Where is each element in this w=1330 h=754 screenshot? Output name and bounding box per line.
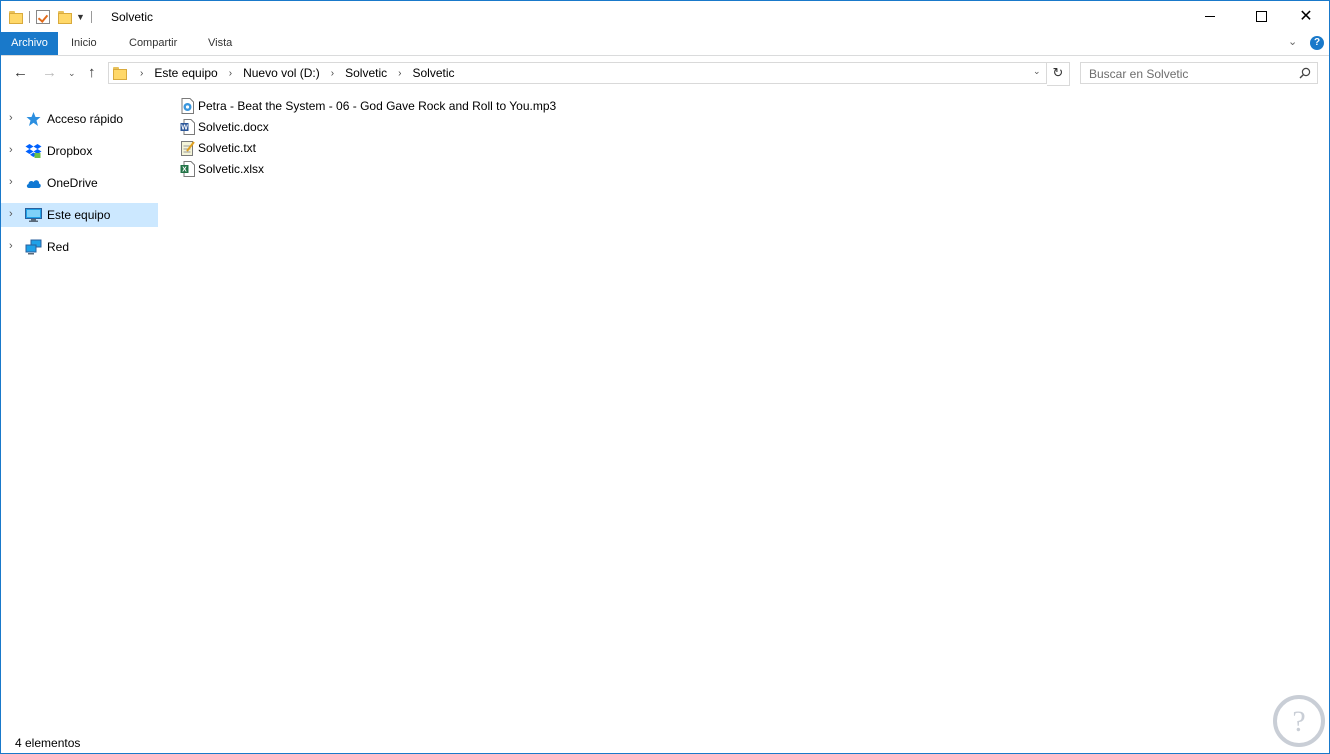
toolbar-separator bbox=[90, 11, 92, 23]
file-item-docx[interactable]: W Solvetic.docx bbox=[177, 117, 677, 138]
file-name: Solvetic.xlsx bbox=[198, 162, 265, 176]
status-item-count: 4 elementos bbox=[15, 736, 81, 750]
forward-arrow-icon[interactable]: → bbox=[42, 64, 57, 81]
breadcrumb-chevron-icon[interactable]: › bbox=[229, 68, 232, 79]
close-button[interactable]: ✕ bbox=[1283, 1, 1329, 32]
search-box[interactable]: Buscar en Solvetic bbox=[1080, 62, 1318, 84]
new-folder-icon[interactable] bbox=[58, 10, 72, 24]
tab-archivo[interactable]: Archivo bbox=[1, 32, 58, 55]
watermark-logo-icon: ? bbox=[1273, 695, 1325, 747]
folder-icon[interactable] bbox=[9, 10, 23, 24]
close-icon: ✕ bbox=[1299, 7, 1313, 25]
minimize-button[interactable] bbox=[1187, 1, 1233, 32]
breadcrumb-chevron-icon[interactable]: › bbox=[398, 68, 401, 79]
expand-chevron-icon[interactable]: › bbox=[9, 144, 13, 156]
address-bar[interactable]: › Este equipo › Nuevo vol (D:) › Solveti… bbox=[108, 62, 1047, 84]
breadcrumb-chevron-icon[interactable]: › bbox=[140, 68, 143, 79]
breadcrumb-nuevo-vol[interactable]: Nuevo vol (D:) bbox=[243, 66, 320, 80]
recent-locations-chevron-icon[interactable]: ⌄ bbox=[68, 68, 76, 79]
tab-inicio[interactable]: Inicio bbox=[61, 32, 107, 55]
sidebar-item-dropbox[interactable]: › Dropbox bbox=[1, 139, 158, 163]
sidebar-item-label: Red bbox=[47, 240, 70, 254]
refresh-button[interactable]: ↻ bbox=[1047, 62, 1070, 86]
breadcrumb-este-equipo[interactable]: Este equipo bbox=[154, 66, 217, 80]
svg-text:W: W bbox=[181, 125, 188, 132]
navigation-pane: › Acceso rápido › Dropbox › OneDrive › E… bbox=[1, 97, 159, 737]
computer-icon bbox=[25, 208, 42, 222]
sidebar-item-label: Acceso rápido bbox=[47, 112, 124, 126]
file-item-mp3[interactable]: Petra - Beat the System - 06 - God Gave … bbox=[177, 96, 677, 117]
expand-chevron-icon[interactable]: › bbox=[9, 112, 13, 124]
sidebar-item-acceso-rapido[interactable]: › Acceso rápido bbox=[1, 107, 158, 131]
minimize-icon bbox=[1205, 16, 1215, 17]
properties-icon[interactable] bbox=[36, 10, 50, 24]
maximize-icon bbox=[1255, 11, 1267, 22]
breadcrumb: › Este equipo › Nuevo vol (D:) › Solveti… bbox=[133, 63, 455, 83]
navigation-bar: ← → ⌄ ↑ › Este equipo › Nuevo vol (D:) ›… bbox=[1, 56, 1329, 88]
svg-text:X: X bbox=[182, 167, 187, 174]
tab-compartir[interactable]: Compartir bbox=[119, 32, 187, 55]
refresh-icon: ↻ bbox=[1052, 65, 1064, 80]
network-icon bbox=[25, 239, 42, 255]
file-item-txt[interactable]: Solvetic.txt bbox=[177, 138, 677, 159]
breadcrumb-solvetic[interactable]: Solvetic bbox=[345, 66, 387, 80]
sidebar-item-label: Este equipo bbox=[47, 208, 111, 222]
svg-text:?: ? bbox=[1292, 705, 1305, 738]
customize-toolbar-dropdown-icon[interactable]: ▼ bbox=[76, 12, 85, 22]
maximize-button[interactable] bbox=[1238, 1, 1284, 32]
breadcrumb-solvetic-current[interactable]: Solvetic bbox=[412, 66, 454, 80]
ribbon-tabs: Archivo Inicio Compartir Vista ⌄ ? bbox=[1, 32, 1329, 56]
excel-file-icon: X bbox=[180, 161, 195, 177]
expand-chevron-icon[interactable]: › bbox=[9, 176, 13, 188]
back-arrow-icon[interactable]: ← bbox=[13, 64, 28, 81]
address-dropdown-chevron-icon[interactable]: ⌄ bbox=[1033, 66, 1041, 77]
cloud-icon bbox=[26, 180, 41, 188]
sidebar-item-este-equipo[interactable]: › Este equipo bbox=[1, 203, 158, 227]
search-icon[interactable] bbox=[1299, 67, 1311, 79]
folder-icon bbox=[113, 66, 127, 80]
text-file-icon bbox=[181, 141, 195, 156]
dropbox-icon bbox=[25, 144, 42, 158]
up-arrow-icon[interactable]: ↑ bbox=[88, 64, 96, 81]
help-icon[interactable]: ? bbox=[1310, 36, 1324, 50]
word-file-icon: W bbox=[180, 119, 195, 135]
file-explorer-window: ▼ Solvetic ✕ Archivo Inicio Compartir Vi… bbox=[0, 0, 1330, 754]
tab-vista[interactable]: Vista bbox=[198, 32, 242, 55]
toolbar-separator bbox=[29, 11, 30, 23]
sidebar-item-onedrive[interactable]: › OneDrive bbox=[1, 171, 158, 195]
search-input[interactable]: Buscar en Solvetic bbox=[1089, 67, 1188, 81]
star-icon bbox=[26, 112, 41, 126]
file-name: Solvetic.docx bbox=[198, 120, 269, 134]
expand-chevron-icon[interactable]: › bbox=[9, 208, 13, 220]
expand-ribbon-chevron-icon[interactable]: ⌄ bbox=[1288, 35, 1297, 48]
quick-access-toolbar: ▼ bbox=[9, 7, 98, 27]
audio-file-icon bbox=[181, 98, 194, 114]
window-title: Solvetic bbox=[111, 10, 154, 24]
file-name: Solvetic.txt bbox=[198, 141, 257, 155]
breadcrumb-chevron-icon[interactable]: › bbox=[331, 68, 334, 79]
sidebar-item-label: OneDrive bbox=[47, 176, 98, 190]
title-bar: ▼ Solvetic ✕ bbox=[1, 1, 1329, 32]
file-item-xlsx[interactable]: X Solvetic.xlsx bbox=[177, 159, 677, 180]
sidebar-item-red[interactable]: › Red bbox=[1, 235, 158, 259]
expand-chevron-icon[interactable]: › bbox=[9, 240, 13, 252]
file-name: Petra - Beat the System - 06 - God Gave … bbox=[198, 99, 557, 113]
sidebar-item-label: Dropbox bbox=[47, 144, 93, 158]
